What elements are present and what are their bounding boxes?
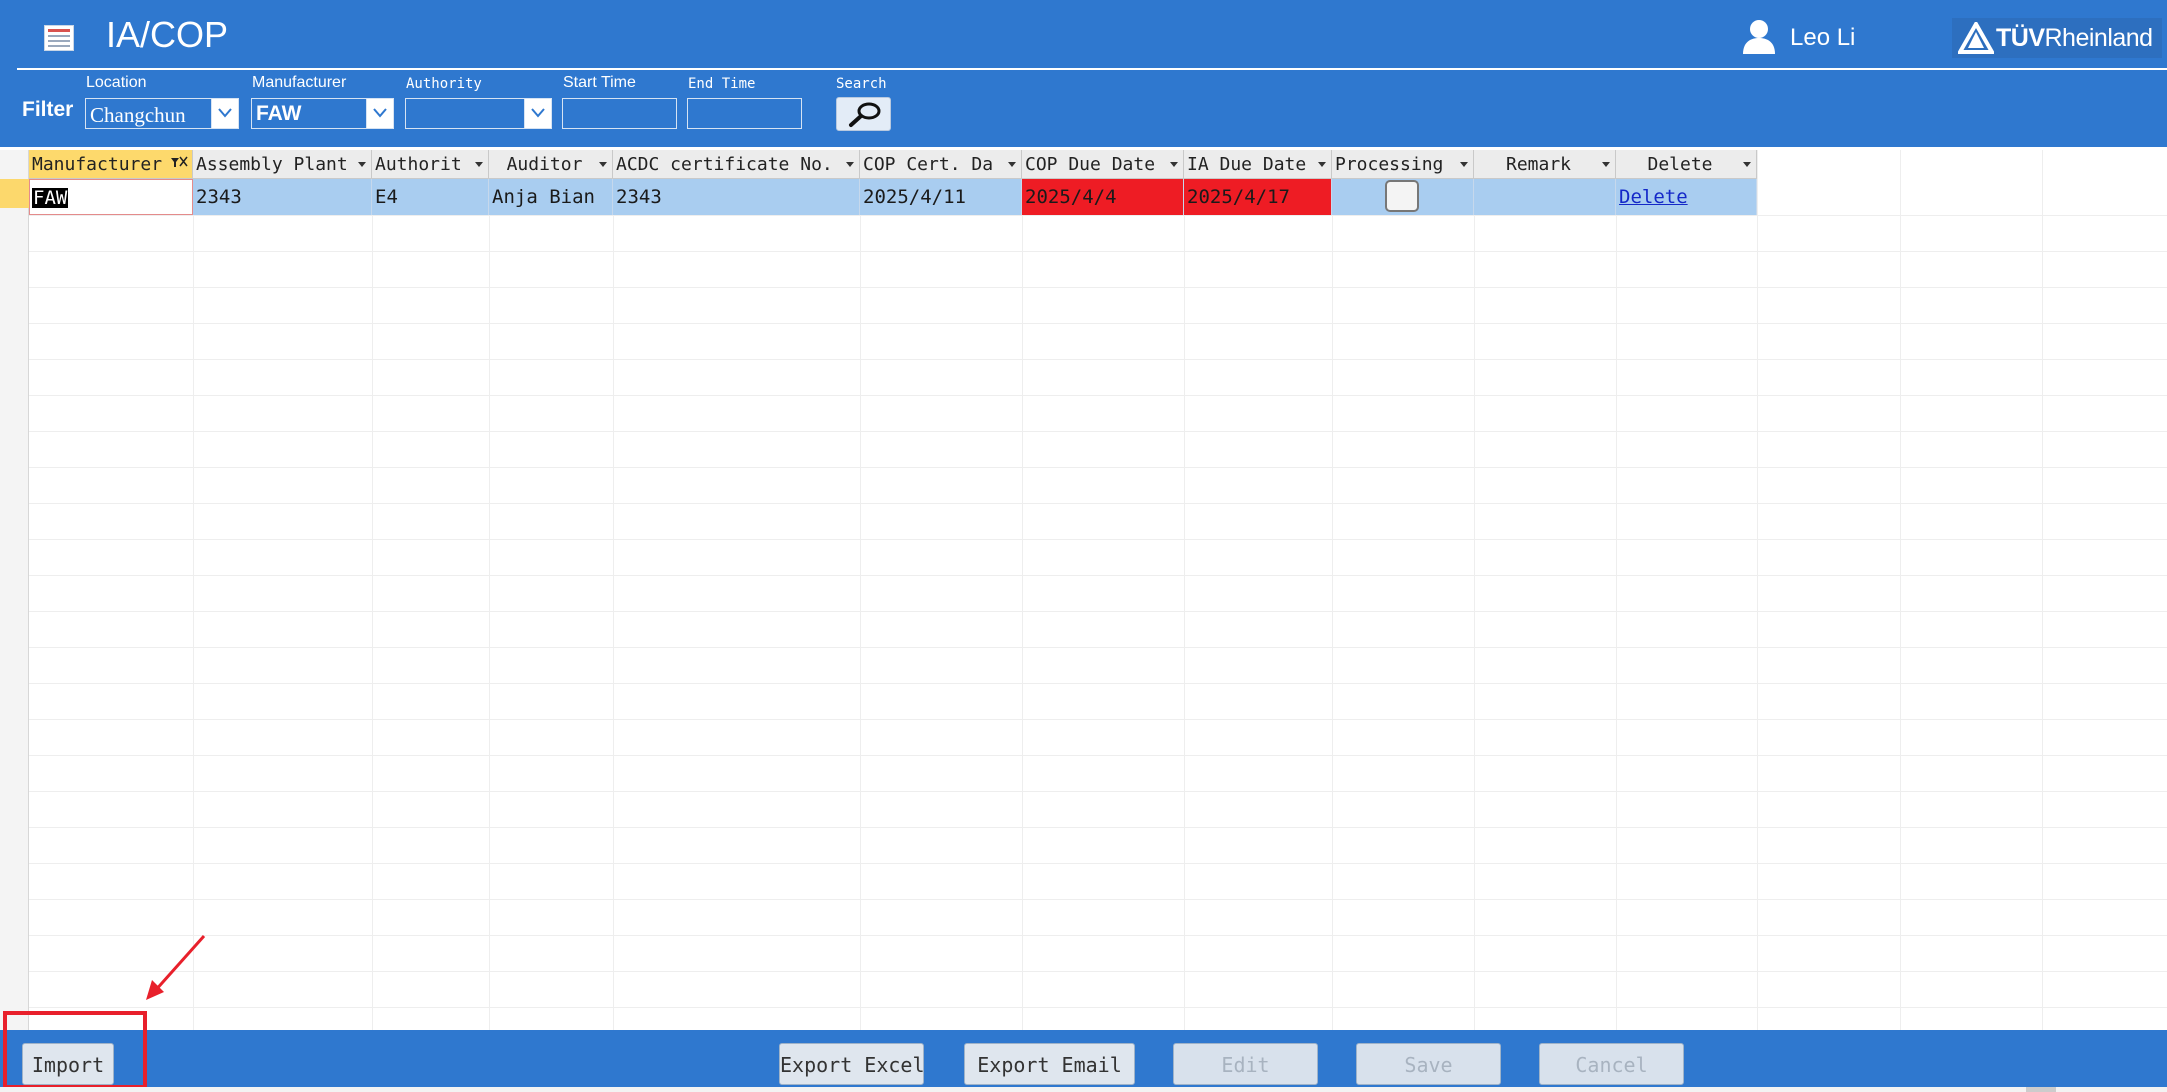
cell-acdc-cert-no[interactable]: 2343 — [613, 179, 860, 215]
tuv-rheinland-logo: TÜVRheinland — [1952, 18, 2162, 58]
authority-label: Authority — [406, 76, 482, 92]
sort-dropdown-icon — [599, 162, 607, 167]
cell-authority[interactable]: E4 — [372, 179, 489, 215]
logo-triangle-icon — [1958, 22, 1994, 54]
cell-cop-cert-date[interactable]: 2025/4/11 — [860, 179, 1022, 215]
filter-label: Filter — [22, 98, 74, 121]
sort-dropdown-icon — [846, 162, 854, 167]
annotation-arrow-icon — [146, 935, 206, 1000]
end-time-label: End Time — [688, 76, 756, 92]
edit-button[interactable]: Edit — [1173, 1043, 1318, 1085]
col-header-remark[interactable]: Remark — [1474, 150, 1616, 179]
col-header-cop-due-date[interactable]: COP Due Date — [1022, 150, 1184, 179]
col-header-processing[interactable]: Processing — [1332, 150, 1474, 179]
footer-toolbar: Import Export Excel Export Email Edit Sa… — [0, 1030, 2167, 1087]
manufacturer-value: FAW — [256, 102, 302, 125]
col-header-delete[interactable]: Delete — [1616, 150, 1757, 179]
col-header-authority[interactable]: Authorit — [372, 150, 489, 179]
scrollbar-thumb[interactable] — [2026, 1087, 2056, 1092]
manufacturer-dropdown[interactable]: FAW — [251, 98, 394, 129]
sort-dropdown-icon — [475, 162, 483, 167]
sort-dropdown-icon — [1602, 162, 1610, 167]
export-excel-button[interactable]: Export Excel — [779, 1043, 925, 1085]
end-time-input[interactable] — [687, 98, 802, 129]
col-header-cop-cert-date[interactable]: COP Cert. Da — [860, 150, 1022, 179]
save-button[interactable]: Save — [1356, 1043, 1501, 1085]
record-selector-column[interactable] — [0, 150, 29, 1030]
start-time-label: Start Time — [563, 74, 636, 91]
col-header-assembly-plant[interactable]: Assembly Plant — [193, 150, 372, 179]
page-title: IA/COP — [106, 14, 229, 55]
location-dropdown[interactable]: Changchun — [85, 98, 239, 129]
cell-assembly-plant[interactable]: 2343 — [193, 179, 372, 215]
authority-dropdown[interactable] — [405, 98, 552, 129]
sort-dropdown-icon — [1008, 162, 1016, 167]
user-icon — [1740, 17, 1778, 55]
sort-dropdown-icon — [1318, 162, 1326, 167]
magnifier-icon — [849, 102, 881, 127]
search-label: Search — [836, 76, 887, 92]
app-form-icon — [44, 25, 74, 51]
col-header-ia-due-date[interactable]: IA Due Date — [1184, 150, 1332, 179]
cell-ia-due-date[interactable]: 2025/4/17 — [1184, 179, 1332, 215]
sort-dropdown-icon — [1460, 162, 1468, 167]
export-email-button[interactable]: Export Email — [964, 1043, 1135, 1085]
cell-delete[interactable]: Delete — [1616, 179, 1757, 215]
sort-dropdown-icon — [358, 162, 366, 167]
cell-manufacturer[interactable]: FAW — [29, 179, 193, 215]
header-divider — [17, 68, 2167, 70]
annotation-highlight-box — [3, 1011, 147, 1089]
cell-cop-due-date[interactable]: 2025/4/4 — [1022, 179, 1184, 215]
chevron-down-icon[interactable] — [366, 99, 393, 128]
brand-rest: Rheinland — [2044, 24, 2154, 52]
col-header-acdc-cert[interactable]: ACDC certificate No. — [613, 150, 860, 179]
location-label: Location — [86, 74, 147, 91]
filter-applied-icon — [171, 156, 188, 167]
col-header-auditor[interactable]: Auditor — [489, 150, 613, 179]
cell-auditor[interactable]: Anja Bian — [489, 179, 613, 215]
datasheet-grid: Manufacturer Assembly Plant Authorit Aud… — [0, 150, 2167, 1030]
manufacturer-label: Manufacturer — [252, 74, 347, 91]
processing-checkbox[interactable] — [1385, 180, 1419, 212]
sort-dropdown-icon — [1170, 162, 1178, 167]
cancel-button[interactable]: Cancel — [1539, 1043, 1684, 1085]
horizontal-scrollbar[interactable] — [0, 1087, 2167, 1092]
cell-remark[interactable] — [1474, 179, 1616, 215]
delete-link[interactable]: Delete — [1619, 186, 1688, 208]
brand-bold: TÜV — [1996, 24, 2045, 52]
sort-dropdown-icon — [1743, 162, 1751, 167]
chevron-down-icon[interactable] — [524, 99, 551, 128]
app-header: IA/COP Leo Li TÜVRheinland Filter Locati… — [0, 0, 2167, 147]
col-header-manufacturer[interactable]: Manufacturer — [29, 150, 193, 179]
location-value: Changchun — [90, 103, 186, 127]
start-time-input[interactable] — [562, 98, 677, 129]
user-name: Leo Li — [1790, 24, 1856, 51]
chevron-down-icon[interactable] — [211, 99, 238, 128]
current-record-selector[interactable] — [0, 179, 29, 208]
search-button[interactable] — [836, 97, 891, 131]
